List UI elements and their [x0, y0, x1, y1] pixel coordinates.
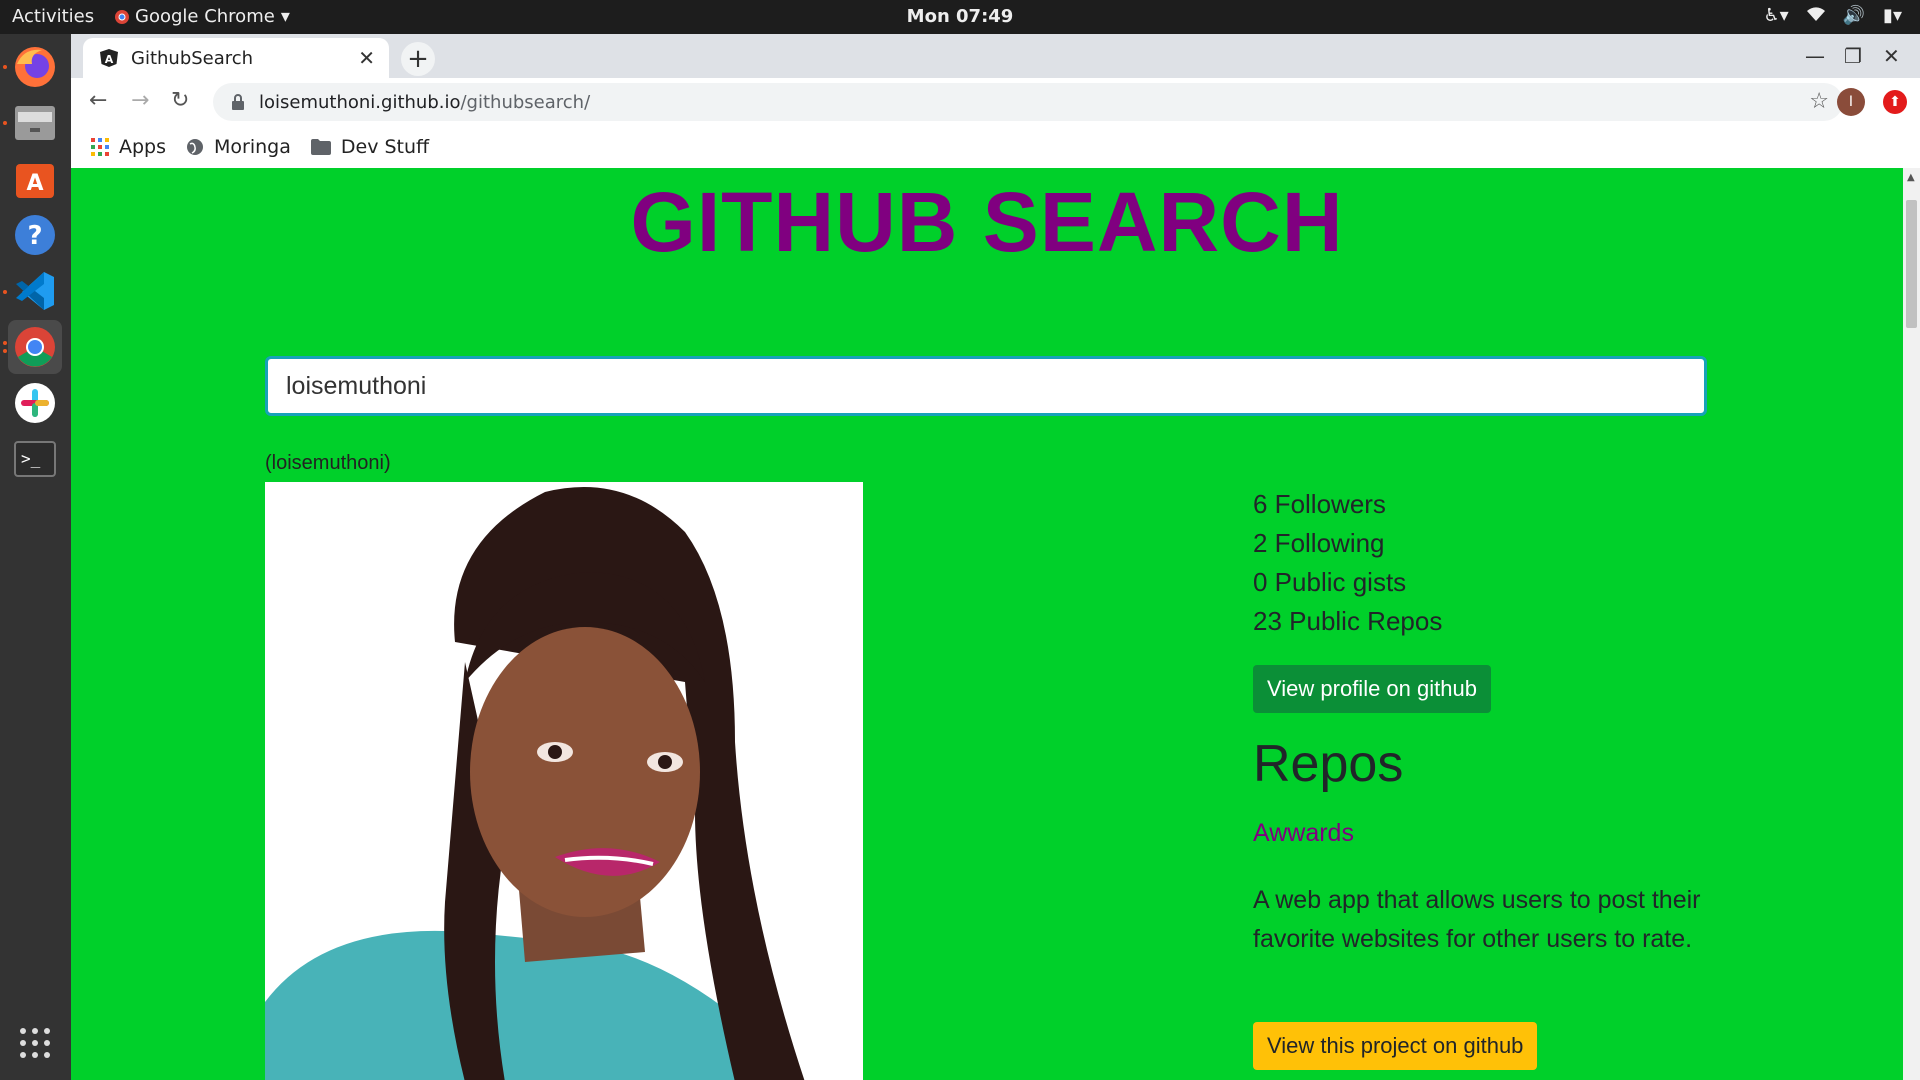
- apps-grid-icon: [91, 138, 109, 156]
- browser-toolbar: ← → ↻ loisemuthoni.github.io/githubsearc…: [71, 78, 1920, 126]
- tab-githubsearch[interactable]: A GithubSearch ✕: [83, 38, 389, 78]
- reload-icon[interactable]: ↻: [171, 88, 189, 113]
- page-scrollbar[interactable]: ▲: [1903, 168, 1920, 1080]
- volume-icon[interactable]: 🔊: [1843, 5, 1865, 26]
- close-window-icon[interactable]: ✕: [1883, 44, 1900, 68]
- dock: A ? >_: [0, 34, 71, 1080]
- new-tab-button[interactable]: +: [401, 42, 435, 76]
- browser-chrome: A GithubSearch ✕ + — ❐ ✕ ← → ↻ loisemuth…: [71, 34, 1920, 169]
- vscode-icon[interactable]: [8, 264, 62, 318]
- profile-photo-illustration: [265, 482, 863, 1080]
- view-project-button[interactable]: View this project on github: [1253, 1022, 1538, 1070]
- terminal-icon[interactable]: >_: [8, 432, 62, 486]
- following-count: 2 Following: [1253, 528, 1385, 558]
- address-bar[interactable]: loisemuthoni.github.io/githubsearch/ ☆: [213, 83, 1843, 121]
- profile-avatar[interactable]: I: [1837, 88, 1865, 116]
- forward-icon[interactable]: →: [131, 88, 149, 113]
- wifi-icon[interactable]: [1806, 5, 1825, 26]
- folder-icon: [310, 139, 331, 155]
- bookmark-star-icon[interactable]: ☆: [1809, 89, 1829, 114]
- files-icon[interactable]: [8, 96, 62, 150]
- url-host: loisemuthoni.github.io: [259, 91, 461, 113]
- restore-icon[interactable]: ❐: [1844, 44, 1862, 68]
- repos-heading: Repos: [1253, 735, 1404, 793]
- bookmark-label: Apps: [119, 136, 167, 158]
- clock[interactable]: Mon 07:49: [0, 6, 1920, 27]
- help-icon[interactable]: ?: [8, 208, 62, 262]
- scrollbar-thumb[interactable]: [1906, 200, 1917, 328]
- url-text: loisemuthoni.github.io/githubsearch/: [259, 92, 590, 113]
- page-content: GITHUB SEARCH (loisemuthoni) 6 F: [71, 168, 1903, 1080]
- chrome-icon[interactable]: [8, 320, 62, 374]
- tab-strip: A GithubSearch ✕ + — ❐ ✕: [71, 34, 1920, 78]
- system-top-bar: Activities Google Chrome ▾ Mon 07:49 ♿▾ …: [0, 0, 1920, 34]
- bookmark-apps[interactable]: Apps: [91, 136, 166, 158]
- back-icon[interactable]: ←: [89, 88, 107, 113]
- search-input[interactable]: [265, 356, 1707, 416]
- globe-icon: [187, 139, 204, 155]
- accessibility-icon[interactable]: ♿▾: [1763, 5, 1788, 26]
- svg-text:A: A: [26, 171, 43, 196]
- public-repos-count: 23 Public Repos: [1253, 606, 1443, 636]
- svg-text:>_: >_: [21, 449, 41, 468]
- page-title: GITHUB SEARCH: [630, 175, 1344, 269]
- repo-description: A web app that allows users to post thei…: [1253, 886, 1701, 953]
- system-tray[interactable]: ♿▾ 🔊 ▮▾: [1763, 5, 1902, 26]
- software-center-icon[interactable]: A: [8, 152, 62, 206]
- lock-icon: [232, 94, 244, 110]
- close-tab-icon[interactable]: ✕: [358, 46, 375, 70]
- tab-title: GithubSearch: [131, 47, 254, 69]
- profile-photo: [265, 482, 863, 1080]
- extension-icon[interactable]: ⬆: [1883, 90, 1907, 114]
- public-gists-count: 0 Public gists: [1253, 567, 1407, 597]
- battery-icon[interactable]: ▮▾: [1883, 5, 1902, 26]
- bookmark-folder-dev-stuff[interactable]: Dev Stuff: [310, 136, 430, 158]
- repo-name-link[interactable]: Awwards: [1253, 819, 1354, 848]
- username-label: (loisemuthoni): [265, 452, 391, 474]
- url-path: /githubsearch/: [460, 91, 591, 113]
- svg-text:?: ?: [27, 221, 42, 251]
- minimize-icon[interactable]: —: [1805, 44, 1825, 68]
- bookmark-label: Dev Stuff: [340, 136, 430, 158]
- bookmarks-bar: Apps Moringa Dev Stuff: [71, 126, 1920, 169]
- slack-icon[interactable]: [8, 376, 62, 430]
- view-profile-button[interactable]: View profile on github: [1253, 665, 1491, 713]
- scroll-up-icon[interactable]: ▲: [1907, 172, 1915, 183]
- bookmark-label: Moringa: [214, 136, 291, 158]
- bookmark-moringa[interactable]: Moringa: [186, 136, 291, 158]
- angular-icon: A: [100, 49, 118, 67]
- app-grid-icon[interactable]: [8, 1016, 62, 1070]
- followers-count: 6 Followers: [1253, 489, 1386, 519]
- svg-text:A: A: [105, 53, 114, 66]
- user-stats: 6 Followers 2 Following 0 Public gists 2…: [1253, 485, 1442, 641]
- firefox-icon[interactable]: [8, 40, 62, 94]
